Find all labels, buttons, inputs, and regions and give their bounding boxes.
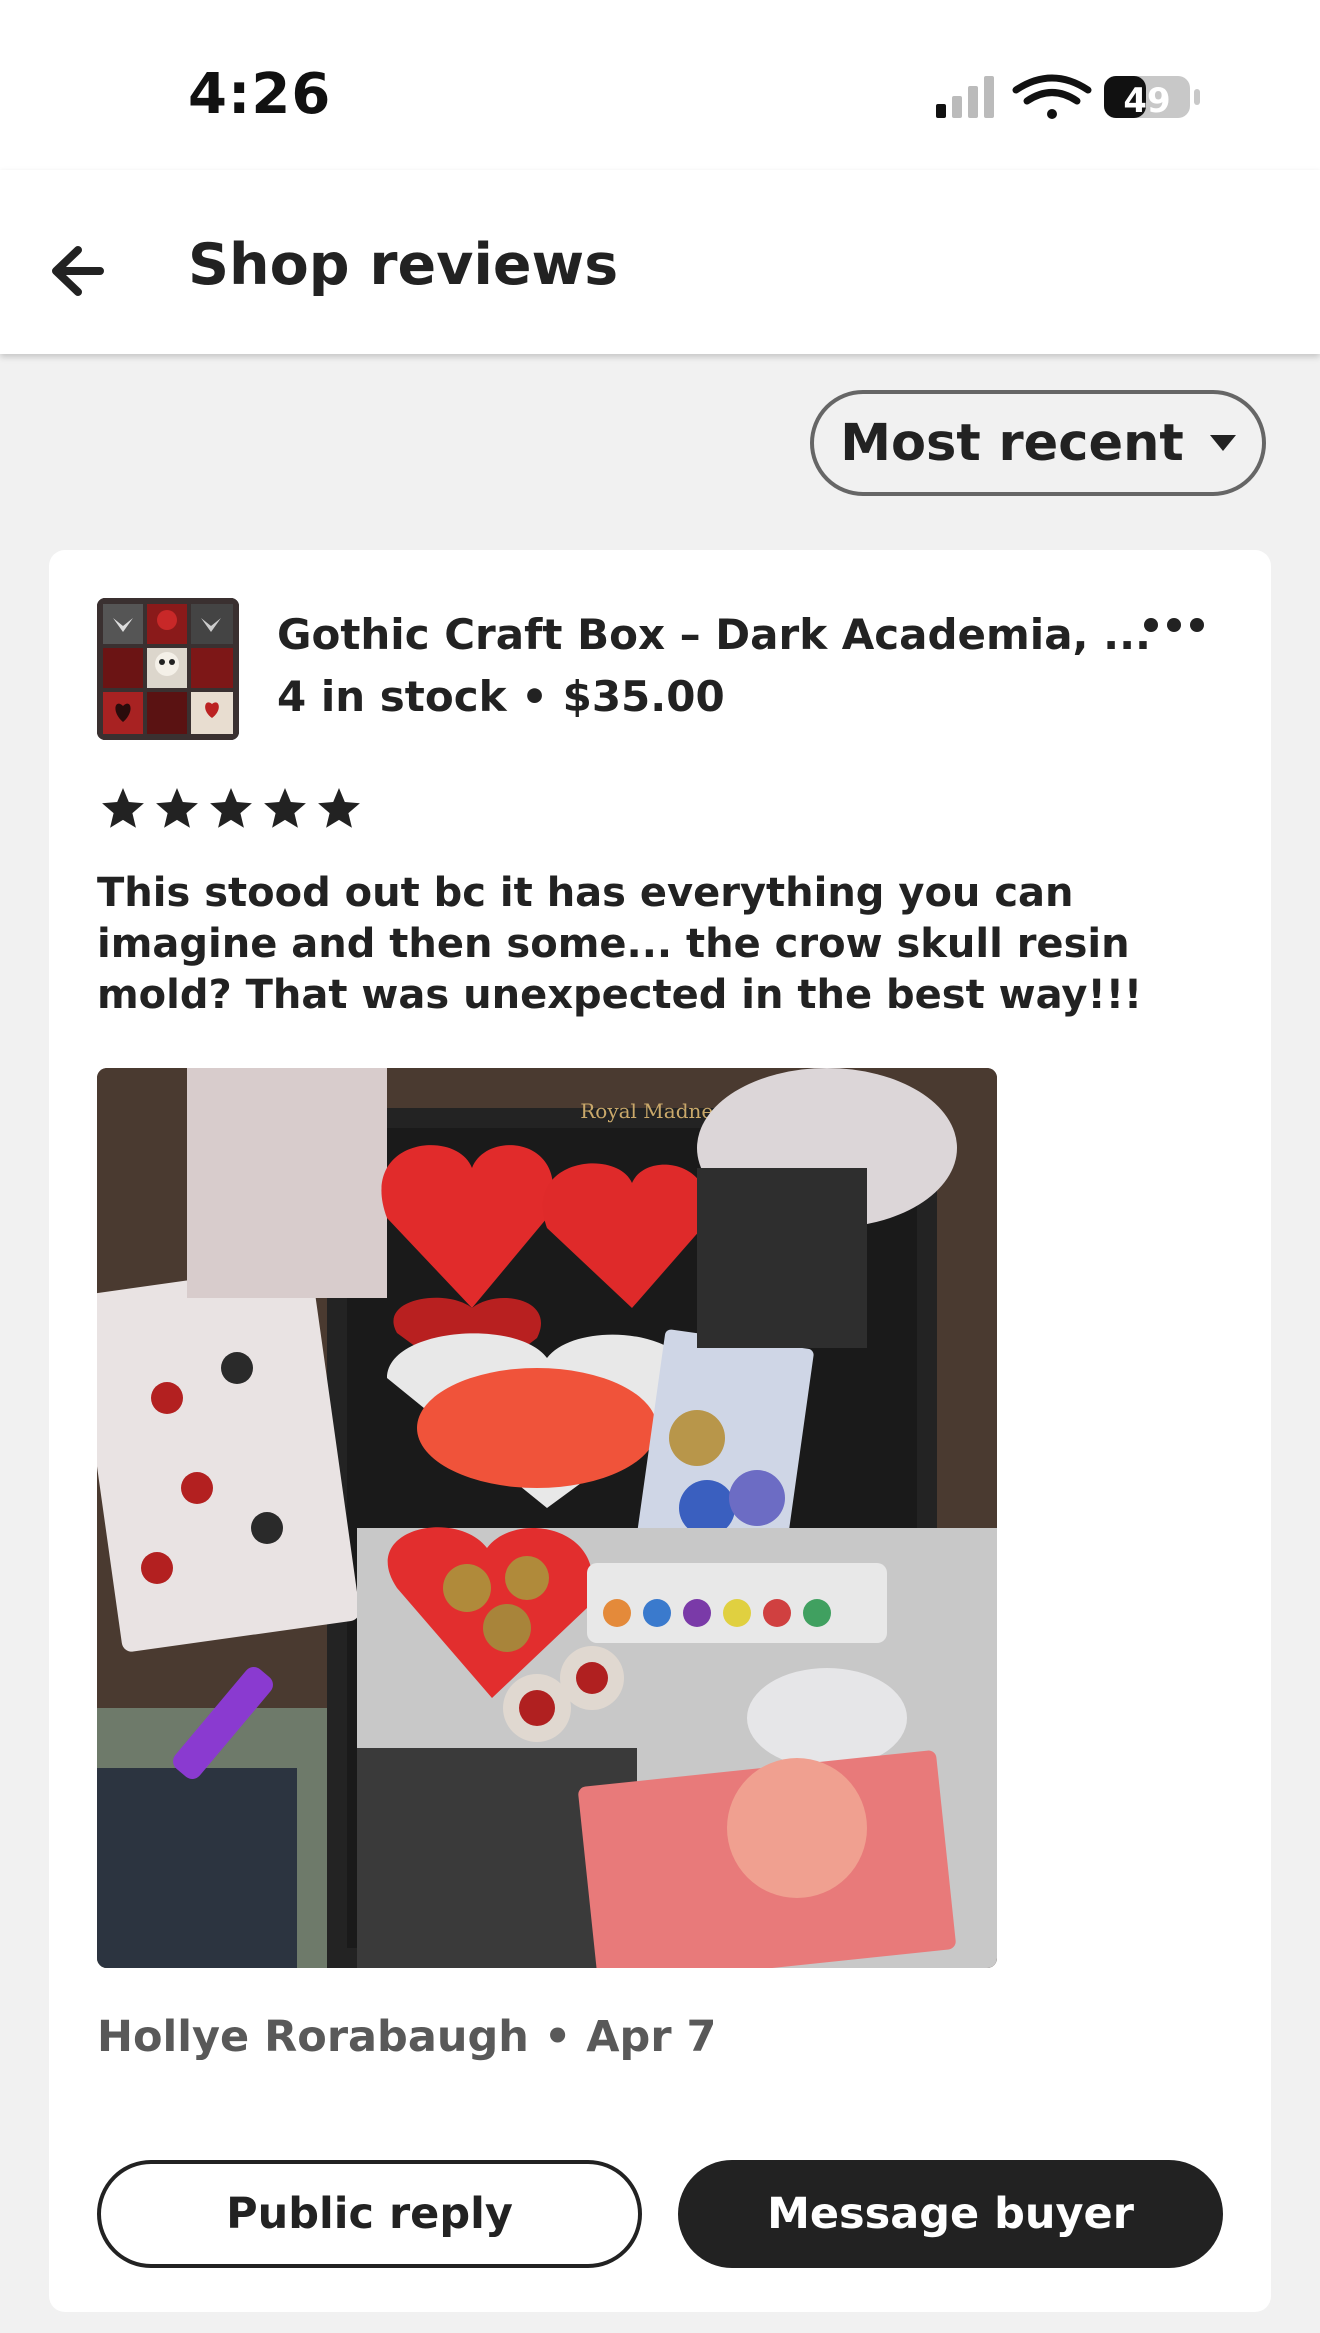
back-button[interactable]	[40, 236, 130, 306]
battery-icon: 49	[1104, 76, 1200, 121]
star-icon	[102, 788, 144, 828]
star-icon	[318, 788, 360, 828]
listing-stock-price: 4 in stock • $35.00	[277, 672, 725, 721]
more-horizontal-icon	[1144, 618, 1204, 632]
review-text: This stood out bc it has everything you …	[97, 870, 1143, 1018]
star-icon	[264, 788, 306, 828]
cellular-signal-icon	[936, 76, 994, 118]
app-bar: Shop reviews	[0, 170, 1320, 354]
caret-down-icon	[1209, 435, 1236, 451]
battery-level: 49	[1123, 81, 1170, 121]
listing-thumbnail[interactable]	[97, 598, 239, 740]
status-time: 4:26	[188, 62, 332, 127]
review-card: Gothic Craft Box – Dark Academia, ... 4 …	[49, 550, 1271, 2312]
arrow-left-icon	[52, 246, 104, 296]
wifi-icon	[1012, 74, 1092, 119]
page-title: Shop reviews	[188, 232, 619, 298]
review-photo[interactable]: Royal Madness	[97, 1068, 997, 1968]
star-rating	[102, 788, 360, 828]
more-options-button[interactable]	[1129, 600, 1219, 650]
review-photo-image: Royal Madness	[97, 1068, 997, 1968]
reviewer-name-date: Hollye Rorabaugh • Apr 7	[97, 2012, 717, 2062]
listing-image	[97, 598, 239, 740]
status-icons: 49	[936, 74, 1200, 121]
public-reply-button[interactable]: Public reply	[97, 2160, 642, 2268]
sort-dropdown[interactable]: Most recent	[810, 390, 1266, 496]
sort-label: Most recent	[840, 413, 1184, 473]
star-icon	[210, 788, 252, 828]
message-buyer-button[interactable]: Message buyer	[678, 2160, 1223, 2268]
status-bar: 4:26 49	[0, 0, 1320, 170]
star-icon	[156, 788, 198, 828]
listing-title[interactable]: Gothic Craft Box – Dark Academia, ...	[277, 610, 1151, 659]
